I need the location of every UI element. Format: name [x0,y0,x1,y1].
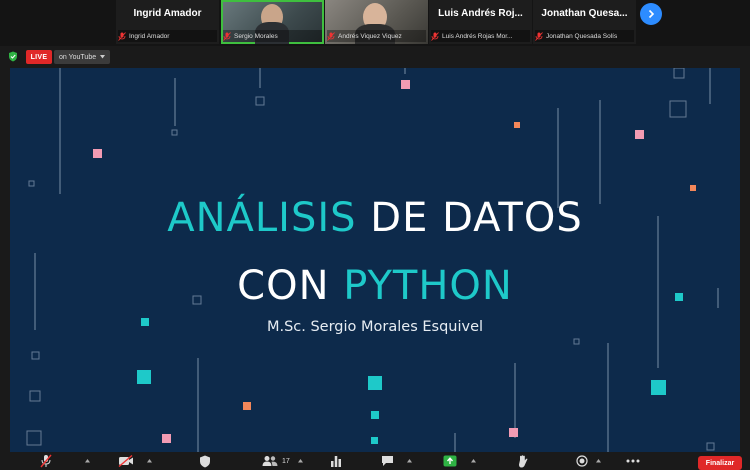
slide-decoration-squares-cyan [137,293,683,444]
participant-caption-text: Sergio Morales [234,32,278,40]
mic-muted-icon [535,31,543,41]
caret-down-icon [100,55,106,59]
participant-caption-text: Jonathan Quesada Solís [546,32,618,40]
audio-options-caret[interactable] [85,453,90,469]
polls-icon [331,456,341,467]
participants-options-caret[interactable] [298,453,303,469]
mic-muted-icon [118,31,126,41]
mic-muted-icon [327,31,335,41]
participant-name: Ingrid Amador [133,8,202,19]
participants-button[interactable]: 17 [262,453,290,469]
participant-caption: Jonathan Quesada Solís [535,30,634,42]
participant-caption: Sergio Morales [223,30,322,42]
microphone-muted-icon [40,454,52,468]
record-button[interactable] [576,453,588,469]
security-button[interactable] [199,453,211,469]
stop-video-button[interactable] [118,453,134,469]
share-options-caret[interactable] [471,453,476,469]
shield-check-icon[interactable] [8,51,18,62]
reactions-icon [519,454,528,467]
end-meeting-button[interactable]: Finalizar [698,456,742,470]
live-platform-dropdown[interactable]: on YouTube [54,50,111,64]
mic-muted-icon [431,31,439,41]
security-icon [200,455,210,467]
participants-count: 17 [282,457,290,465]
live-badge[interactable]: LIVE [26,50,52,64]
more-button[interactable] [626,453,640,469]
participant-tile-active-speaker[interactable]: Sergio Morales [221,0,324,44]
shared-screen-slide: ANÁLISIS DE DATOS CON PYTHON M.Sc. Sergi… [10,68,740,452]
caret-up-icon [596,459,601,463]
participant-tile[interactable]: Ingrid Amador Ingrid Amador [116,0,219,44]
slide-title-text: DE DATOS [356,195,583,241]
slide-title-highlight: ANÁLISIS [167,195,357,241]
record-icon [576,455,588,467]
slide-decoration-squares-outline [26,68,715,451]
participant-caption-text: Andrés Viquez Viquez [338,32,402,40]
participant-tile[interactable]: Andrés Viquez Viquez [325,0,428,44]
participant-caption-text: Luis Andrés Rojas Mor... [442,32,513,40]
slide-title-highlight: PYTHON [343,263,513,309]
participant-caption: Luis Andrés Rojas Mor... [431,30,530,42]
video-off-icon [118,455,133,467]
polls-button[interactable] [330,453,342,469]
mic-muted-icon [223,31,231,41]
slide-title-line-1: ANÁLISIS DE DATOS [10,195,740,241]
slide-title-text: CON [237,263,344,309]
slide-decoration [26,68,719,452]
chat-button[interactable] [381,453,394,469]
participants-icon [262,456,278,466]
slide-title-line-2: CON PYTHON [10,263,740,309]
mute-button[interactable] [40,453,52,469]
caret-up-icon [147,459,152,463]
share-screen-icon [443,455,457,467]
participant-name: Luis Andrés Roj... [438,8,523,19]
video-options-caret[interactable] [147,453,152,469]
caret-up-icon [298,459,303,463]
caret-up-icon [85,459,90,463]
live-platform-label: on YouTube [59,53,97,61]
chat-icon [382,456,393,466]
share-screen-button[interactable] [443,453,457,469]
more-icon [626,459,640,463]
participant-tile[interactable]: Jonathan Quesa... Jonathan Quesada Solís [533,0,636,44]
caret-up-icon [407,459,412,463]
record-options-caret[interactable] [596,453,601,469]
participant-caption: Ingrid Amador [118,30,217,42]
participant-name: Jonathan Quesa... [541,8,628,19]
participant-caption: Andrés Viquez Viquez [327,30,426,42]
caret-up-icon [471,459,476,463]
chat-options-caret[interactable] [407,453,412,469]
participant-tile[interactable]: Luis Andrés Roj... Luis Andrés Rojas Mor… [429,0,532,44]
participant-strip: Ingrid Amador Ingrid Amador Sergio Moral… [0,0,750,46]
slide-author: M.Sc. Sergio Morales Esquivel [266,319,484,335]
slide-decoration-lines [34,68,719,452]
reactions-button[interactable] [518,453,529,469]
chevron-right-icon [648,9,655,19]
participant-caption-text: Ingrid Amador [129,32,170,40]
next-participants-button[interactable] [640,3,662,25]
